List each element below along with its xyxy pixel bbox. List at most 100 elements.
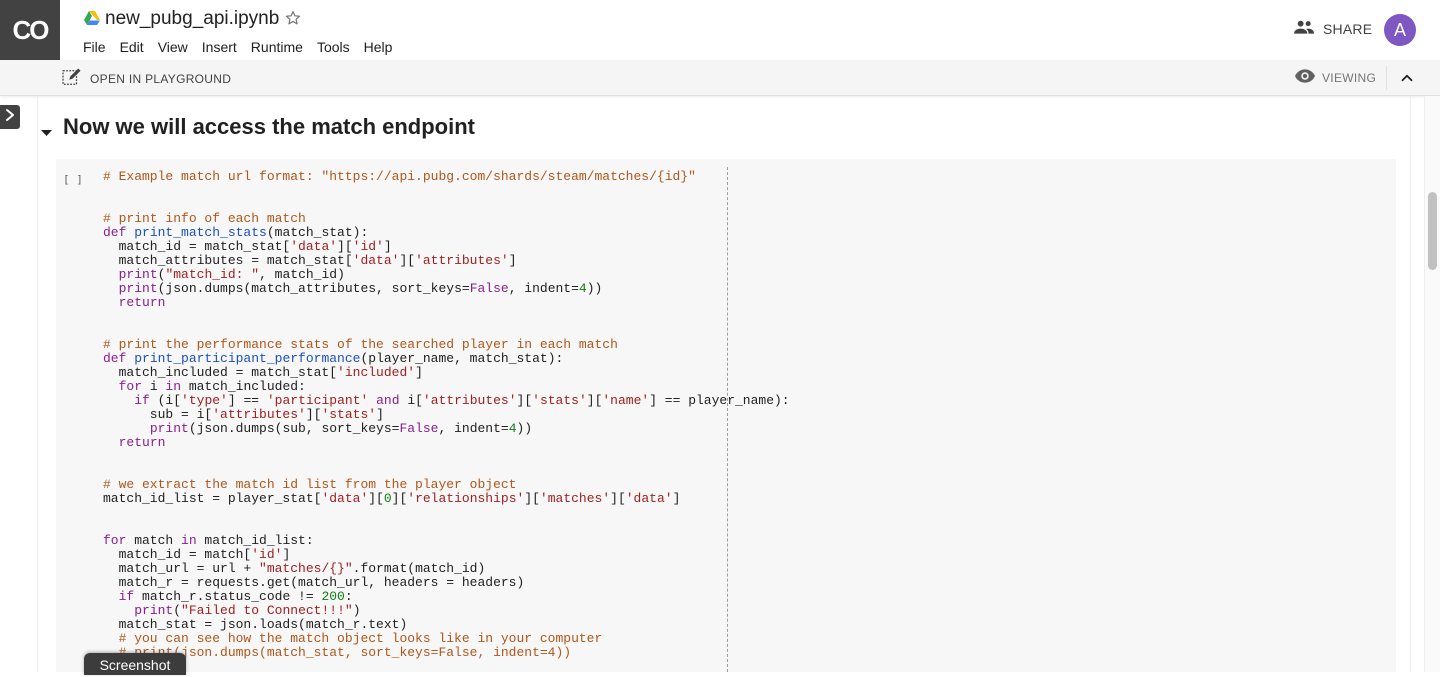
code-token: for xyxy=(103,533,127,548)
menu-help[interactable]: Help xyxy=(357,36,400,58)
avatar-initial: A xyxy=(1393,19,1406,40)
menu-runtime[interactable]: Runtime xyxy=(244,36,310,58)
code-token: (player_name, match_stat): xyxy=(360,351,564,366)
code-line: # you can see how the match object looks… xyxy=(103,632,790,646)
code-line: print("match_id: ", match_id) xyxy=(103,268,790,282)
code-token: 'attributes' xyxy=(422,393,517,408)
code-token: False xyxy=(399,421,439,436)
code-token: match_included = match_stat[ xyxy=(103,365,338,380)
code-line: match_id_list = player_stat['data'][0]['… xyxy=(103,492,790,506)
menu-insert[interactable]: Insert xyxy=(195,36,244,58)
avatar[interactable]: A xyxy=(1384,14,1416,46)
code-line: for match in match_id_list: xyxy=(103,534,790,548)
code-token: in xyxy=(165,379,182,394)
menu-tools[interactable]: Tools xyxy=(310,36,357,58)
screenshot-label: Screenshot xyxy=(99,657,171,673)
code-token: if xyxy=(118,589,135,604)
open-in-playground-button[interactable]: OPEN IN PLAYGROUND xyxy=(62,68,231,89)
code-line: # we extract the match id list from the … xyxy=(103,478,790,492)
code-token: 4 xyxy=(508,421,517,436)
code-token: ] xyxy=(672,491,681,506)
code-line: print(json.dumps(match_attributes, sort_… xyxy=(103,282,790,296)
code-line: # print the performance stats of the sea… xyxy=(103,338,790,352)
code-token: sub = i[ xyxy=(103,407,213,422)
code-token: 'included' xyxy=(337,365,416,380)
code-token: match_url = url + xyxy=(103,561,260,576)
code-token: ] xyxy=(508,253,517,268)
notebook-title[interactable]: new_pubg_api.ipynb xyxy=(105,8,279,30)
code-token: 'type' xyxy=(181,393,228,408)
code-token: ] xyxy=(282,547,291,562)
code-token: 'data' xyxy=(352,253,400,268)
code-token: ][ xyxy=(391,491,408,506)
code-token: ] == player_name): xyxy=(649,393,790,408)
code-token: i[ xyxy=(399,393,423,408)
code-token: ) xyxy=(352,603,361,618)
code-token: # Example match url format: "https://api… xyxy=(103,169,696,184)
scrollbar-thumb[interactable] xyxy=(1428,192,1437,270)
code-token: ][ xyxy=(337,239,353,254)
code-token: 'stats' xyxy=(532,393,587,408)
code-token: ] xyxy=(383,239,392,254)
chevron-up-icon[interactable] xyxy=(1398,69,1416,92)
code-token: 'attributes' xyxy=(212,407,306,422)
code-token: , indent= xyxy=(438,421,509,436)
code-token: in xyxy=(181,533,197,548)
eye-icon xyxy=(1295,69,1315,86)
code-token: ( xyxy=(173,603,182,618)
code-line: return xyxy=(103,436,790,450)
code-token: # print info of each match xyxy=(103,211,306,226)
code-line: # print info of each match xyxy=(103,212,790,226)
code-token: "matches/{}" xyxy=(259,561,353,576)
code-token: print xyxy=(134,603,174,618)
code-token: 'relationships' xyxy=(407,491,525,506)
code-token: match_included: xyxy=(181,379,306,394)
code-line: match_id = match_stat['data']['id'] xyxy=(103,240,790,254)
code-token: match_id = match[ xyxy=(103,547,252,562)
code-token: def xyxy=(103,351,135,366)
playground-label: OPEN IN PLAYGROUND xyxy=(90,71,232,86)
code-token: (json.dumps(match_attributes, sort_keys= xyxy=(157,281,470,296)
code-token: ][ xyxy=(399,253,416,268)
colab-logo[interactable]: CO xyxy=(0,0,60,60)
app-header: CO new_pubg_api.ipynb File Edit View Ins… xyxy=(0,0,1440,60)
menu-view[interactable]: View xyxy=(151,36,195,58)
code-token: False xyxy=(469,281,509,296)
scrollbar-track[interactable] xyxy=(1424,96,1440,672)
code-token: # you can see how the match object looks… xyxy=(103,631,603,646)
code-token: ][ xyxy=(305,407,322,422)
menu-edit[interactable]: Edit xyxy=(113,36,151,58)
code-token: )) xyxy=(516,421,533,436)
star-outline-icon[interactable] xyxy=(284,9,302,32)
code-token: match_attributes = match_stat[ xyxy=(103,253,353,268)
caret-down-icon[interactable] xyxy=(41,124,52,142)
code-token: def xyxy=(103,225,135,240)
menu-file[interactable]: File xyxy=(76,36,113,58)
share-button[interactable]: SHARE xyxy=(1294,20,1372,37)
code-token: # print the performance stats of the sea… xyxy=(103,337,618,352)
cell-run-indicator[interactable]: [ ] xyxy=(63,173,83,186)
code-token: i xyxy=(142,379,166,394)
section-heading: Now we will access the match endpoint xyxy=(63,114,475,139)
code-editor[interactable]: # Example match url format: "https://api… xyxy=(103,170,790,660)
code-token: 'name' xyxy=(602,393,650,408)
side-panel-toggle-button[interactable] xyxy=(0,105,20,129)
code-token: (json.dumps(sub, sort_keys= xyxy=(188,421,400,436)
people-icon xyxy=(1294,20,1314,37)
code-token: 'attributes' xyxy=(415,253,509,268)
code-token: match_id = match_stat[ xyxy=(103,239,291,254)
code-line: print("Failed to Connect!!!") xyxy=(103,604,790,618)
